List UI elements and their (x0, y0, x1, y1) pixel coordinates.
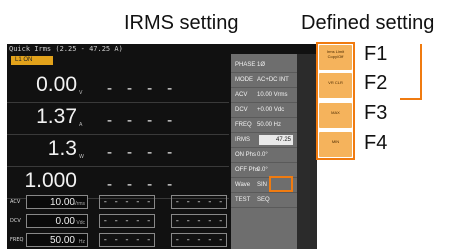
settings-panel: PHASE 1Ø MODE AC+DC INT ACV 10.00 Vrms DCV +… (231, 54, 297, 249)
panel-key: TEST (235, 197, 251, 203)
panel-row-freq[interactable]: FREQ 50.00 Hz (231, 118, 297, 133)
setting-label: FREQ (10, 237, 24, 243)
panel-value: +0.00 Vdc (257, 107, 285, 113)
acv-box-2: - - - - - (99, 195, 155, 209)
panel-value: 0.0° (257, 167, 268, 173)
dcv-box-3: - - - - - (171, 214, 227, 228)
dcv-value: 0.00 (55, 216, 75, 227)
panel-key: FREQ (235, 122, 252, 128)
phase-badge: L1 ON (11, 56, 53, 65)
panel-value: 10.00 Vrms (257, 92, 288, 98)
defined-setting-annotation: Defined setting (301, 12, 435, 34)
panel-key: OFF Phs (235, 167, 260, 173)
panel-key: MODE (235, 77, 253, 83)
row-divider (7, 102, 229, 103)
dcv-box-2: - - - - - (99, 214, 155, 228)
measured-power-unit: W (79, 154, 84, 160)
panel-value: 0.0° (257, 152, 268, 158)
panel-key: ON Phs (235, 152, 257, 158)
measured-voltage: 0.00 (36, 73, 77, 96)
row-divider (7, 134, 229, 135)
panel-row-test[interactable]: TEST SEQ (231, 193, 297, 208)
panel-row-mode[interactable]: MODE AC+DC INT (231, 73, 297, 88)
panel-row-phase[interactable]: PHASE 1Ø (231, 58, 297, 73)
row-divider (7, 166, 229, 167)
compare-power: - - - - (105, 143, 176, 161)
f4-label: F4 (364, 132, 388, 154)
panel-row-irms[interactable]: IRMS 47.25 (231, 133, 297, 148)
panel-value: SEQ (257, 197, 270, 203)
panel-row-acv[interactable]: ACV 10.00 Vrms (231, 88, 297, 103)
panel-value: 1Ø (257, 62, 266, 68)
dcv-unit: Vdc (76, 220, 85, 226)
irms-setting-annotation: IRMS setting (124, 12, 239, 34)
measured-current: 1.37 (36, 105, 77, 128)
defined-callout-line-vertical (420, 44, 422, 99)
panel-key: DCV (235, 107, 248, 113)
compare-current: - - - - (105, 111, 176, 129)
panel-key: Wave (235, 182, 251, 188)
freq-box-2: - - - - - (99, 233, 155, 247)
panel-key: ACV (235, 92, 248, 98)
measured-current-unit: A (79, 122, 83, 128)
acv-unit: Vrms (73, 201, 85, 207)
softkey-sidebar (297, 54, 317, 249)
setting-label: ACV (10, 199, 21, 205)
defined-callout-line-horizontal (400, 98, 422, 100)
screen-title: Quick Irms (2.25 - 47.25 A) (9, 45, 123, 53)
irms-setting-highlight (269, 176, 293, 192)
panel-value: 50.00 Hz (257, 122, 282, 128)
acv-value: 10.00 (49, 197, 75, 208)
irms-value-field: 47.25 (259, 135, 293, 145)
irms-value: 47.25 (275, 137, 291, 143)
compare-power-factor: - - - - (105, 175, 176, 193)
device-screen: Quick Irms (2.25 - 47.25 A) L1 ON 0.00 V… (7, 44, 317, 249)
panel-key: PHASE (235, 62, 256, 68)
setting-label: DCV (10, 218, 21, 224)
freq-value: 50.00 (49, 235, 75, 246)
panel-key: IRMS (235, 137, 250, 143)
panel-value: AC+DC INT (257, 77, 289, 83)
f2-label: F2 (364, 72, 388, 94)
dcv-input[interactable]: 0.00 Vdc (26, 214, 88, 228)
f1-label: F1 (364, 43, 388, 65)
f3-label: F3 (364, 102, 388, 124)
freq-unit: Hz (78, 239, 85, 245)
measured-power-factor: 1.000 (24, 169, 77, 192)
acv-input[interactable]: 10.00 Vrms (26, 195, 88, 209)
panel-row-dcv[interactable]: DCV +0.00 Vdc (231, 103, 297, 118)
phase-badge-label: L1 ON (15, 57, 33, 63)
acv-box-3: - - - - - (171, 195, 227, 209)
panel-row-on-phase[interactable]: ON Phs 0.0° (231, 148, 297, 163)
freq-input[interactable]: 50.00 Hz (26, 233, 88, 247)
compare-voltage: - - - - (105, 79, 176, 97)
measured-voltage-unit: V (79, 90, 83, 96)
measured-power: 1.3 (47, 137, 77, 160)
panel-value: SIN (257, 182, 268, 188)
freq-box-3: - - - - - (171, 233, 227, 247)
defined-setting-highlight (316, 42, 355, 160)
